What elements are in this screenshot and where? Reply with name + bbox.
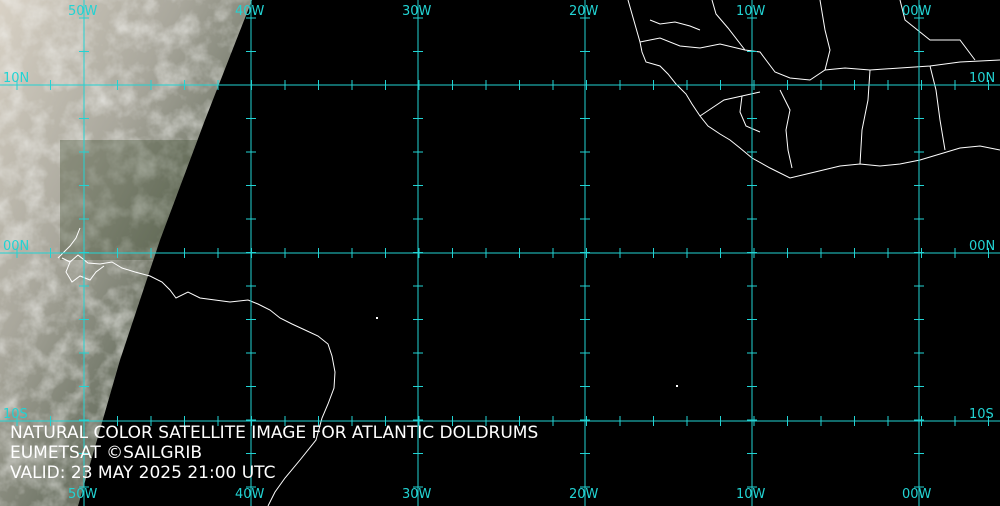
lat-label-left-10s: 10S [3, 407, 28, 422]
lon-label-bottom-00w: 00W [902, 487, 932, 502]
lat-label-right-00n: 00N [969, 239, 996, 254]
lon-label-top-20w: 20W [569, 4, 599, 19]
lat-label-right-10n: 10N [969, 71, 996, 86]
lon-label-bottom-40w: 40W [235, 487, 265, 502]
lon-label-bottom-10w: 10W [736, 487, 766, 502]
lat-label-right-10s: 10S [969, 407, 994, 422]
lon-label-bottom-30w: 30W [402, 487, 432, 502]
map-caption: NATURAL COLOR SATELLITE IMAGE FOR ATLANT… [10, 423, 538, 483]
lon-label-bottom-20w: 20W [569, 487, 599, 502]
lon-label-bottom-50w: 50W [68, 487, 98, 502]
caption-valid-time: VALID: 23 MAY 2025 21:00 UTC [10, 463, 276, 483]
satellite-map[interactable]: 50W 40W 30W 20W 10W 00W 50W 40W 30W 20W … [0, 0, 1000, 506]
caption-title: NATURAL COLOR SATELLITE IMAGE FOR ATLANT… [10, 423, 539, 443]
lon-label-top-50w: 50W [68, 4, 98, 19]
lat-label-left-00n: 00N [3, 239, 30, 254]
lon-label-top-30w: 30W [402, 4, 432, 19]
caption-credit: EUMETSAT ©SAILGRIB [10, 443, 203, 463]
lon-label-top-10w: 10W [736, 4, 766, 19]
lon-label-top-40w: 40W [235, 4, 265, 19]
lon-label-top-00w: 00W [902, 4, 932, 19]
lat-label-left-10n: 10N [3, 71, 30, 86]
islands [376, 317, 678, 387]
